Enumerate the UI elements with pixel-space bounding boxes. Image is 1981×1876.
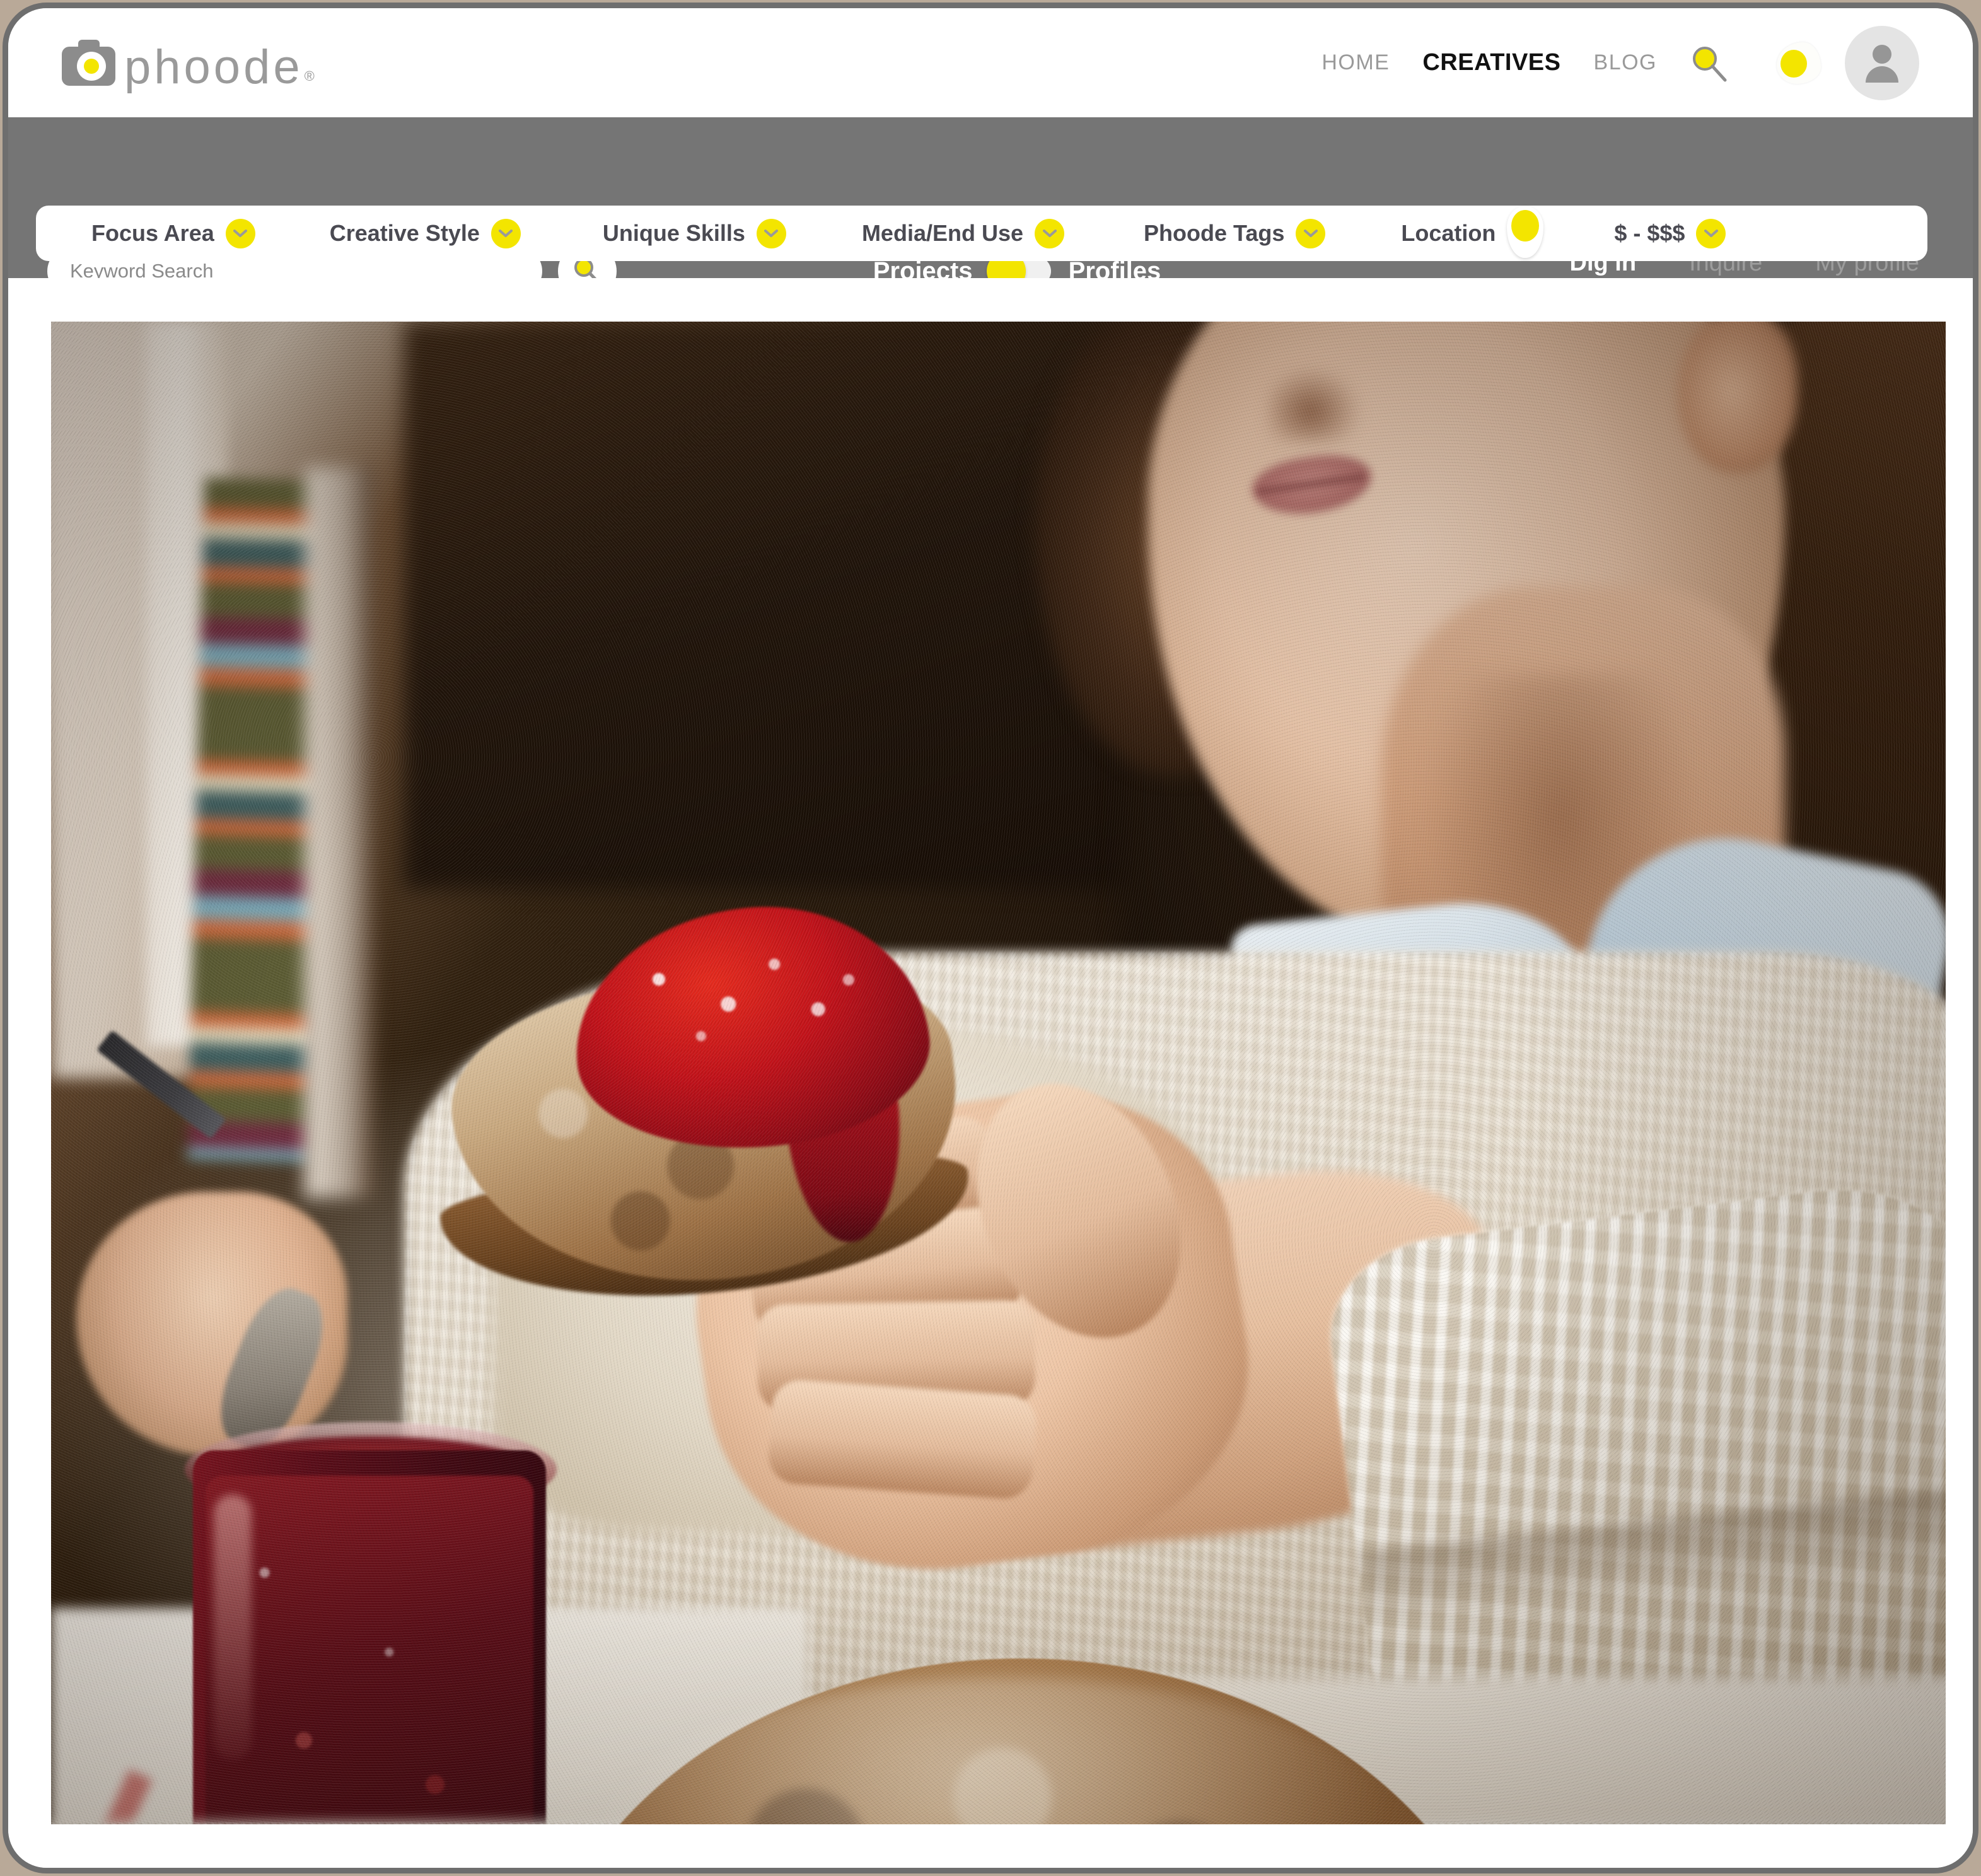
chevron-down-icon (1296, 218, 1326, 248)
filter-phoode-tags[interactable]: Phoode Tags (1144, 218, 1326, 248)
user-avatar-icon[interactable] (1845, 25, 1919, 100)
logo-wordmark: phoode (124, 40, 303, 94)
trademark-symbol: ® (304, 68, 315, 84)
filter-media-end-use[interactable]: Media/End Use (861, 218, 1064, 248)
filter-label: Unique Skills (602, 220, 745, 246)
camera-lens-icon (77, 52, 106, 81)
nav-item-home[interactable]: HOME (1322, 50, 1390, 75)
chevron-down-icon (491, 218, 521, 248)
filter-label: Location (1401, 220, 1496, 246)
filter-label: Phoode Tags (1144, 220, 1285, 246)
search-icon[interactable] (1690, 44, 1729, 83)
browser-window: phoode ® HOME CREATIVES BLOG Keyword Sea… (3, 3, 1978, 1873)
nav-item-creatives[interactable]: CREATIVES (1422, 49, 1560, 76)
photo-grain (51, 322, 1946, 1824)
filter-bar: Focus Area Creative Style Unique Skills … (36, 206, 1927, 261)
filter-label: Creative Style (329, 220, 480, 246)
featured-photo[interactable] (51, 322, 1946, 1824)
filter-creative-style[interactable]: Creative Style (329, 218, 521, 248)
chevron-down-icon (1035, 218, 1064, 248)
primary-nav: HOME CREATIVES BLOG (1322, 8, 1919, 117)
filter-label: $ - $$$ (1614, 220, 1685, 246)
camera-egg-icon (62, 40, 115, 86)
site-logo[interactable]: phoode ® (62, 40, 315, 94)
map-pin-icon (1507, 206, 1544, 258)
filter-label: Focus Area (91, 220, 214, 246)
filter-location[interactable]: Location (1401, 206, 1544, 258)
egg-icon[interactable] (1777, 40, 1823, 86)
filter-unique-skills[interactable]: Unique Skills (602, 218, 786, 248)
filter-focus-area[interactable]: Focus Area (91, 218, 255, 248)
content-area (8, 278, 1973, 1868)
chevron-down-icon (756, 218, 786, 248)
nav-item-blog[interactable]: BLOG (1594, 50, 1657, 75)
site-header: phoode ® HOME CREATIVES BLOG (8, 8, 1973, 117)
chevron-down-icon (1696, 218, 1726, 248)
chevron-down-icon (225, 218, 255, 248)
filter-label: Media/End Use (861, 220, 1023, 246)
filter-price-range[interactable]: $ - $$$ (1614, 218, 1726, 248)
